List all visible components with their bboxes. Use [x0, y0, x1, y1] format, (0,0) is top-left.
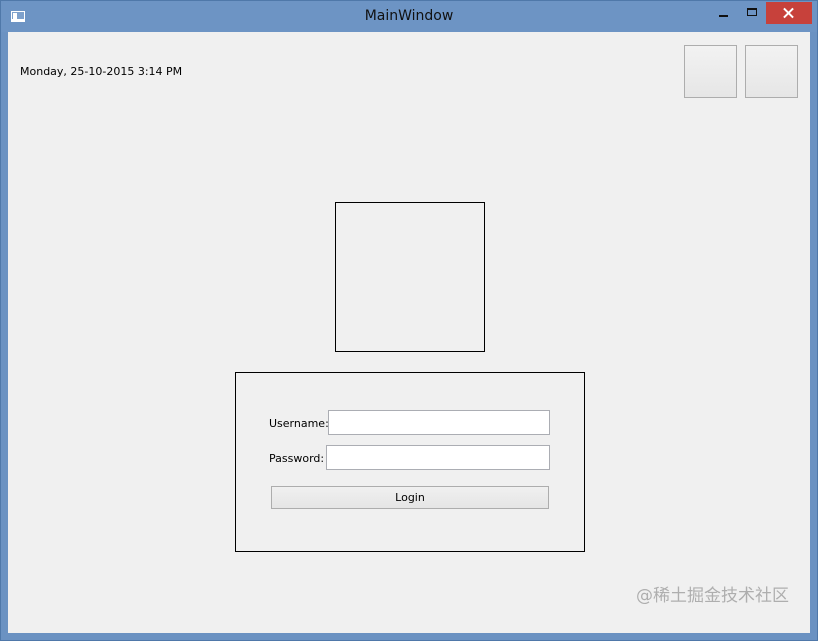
close-button[interactable] [766, 2, 812, 24]
main-window: MainWindow Monday, 25-10-2015 3:14 PM Us… [0, 0, 818, 641]
client-area: Monday, 25-10-2015 3:14 PM Username: Pas… [8, 32, 810, 633]
password-input[interactable] [326, 445, 550, 470]
maximize-button[interactable] [738, 2, 765, 24]
watermark: @稀土掘金技术社区 [636, 586, 789, 606]
login-frame: Username: Password: Login [235, 372, 585, 552]
minimize-button[interactable] [709, 2, 737, 24]
datetime-label: Monday, 25-10-2015 3:14 PM [20, 65, 183, 78]
top-right-button-1[interactable] [684, 45, 737, 98]
password-label: Password: [269, 452, 325, 465]
login-button[interactable]: Login [271, 486, 549, 509]
window-title: MainWindow [364, 8, 454, 24]
username-label: Username: [269, 417, 329, 430]
image-placeholder [335, 202, 485, 352]
top-right-button-2[interactable] [745, 45, 798, 98]
username-input[interactable] [328, 410, 550, 435]
title-bar[interactable]: MainWindow [1, 1, 817, 32]
